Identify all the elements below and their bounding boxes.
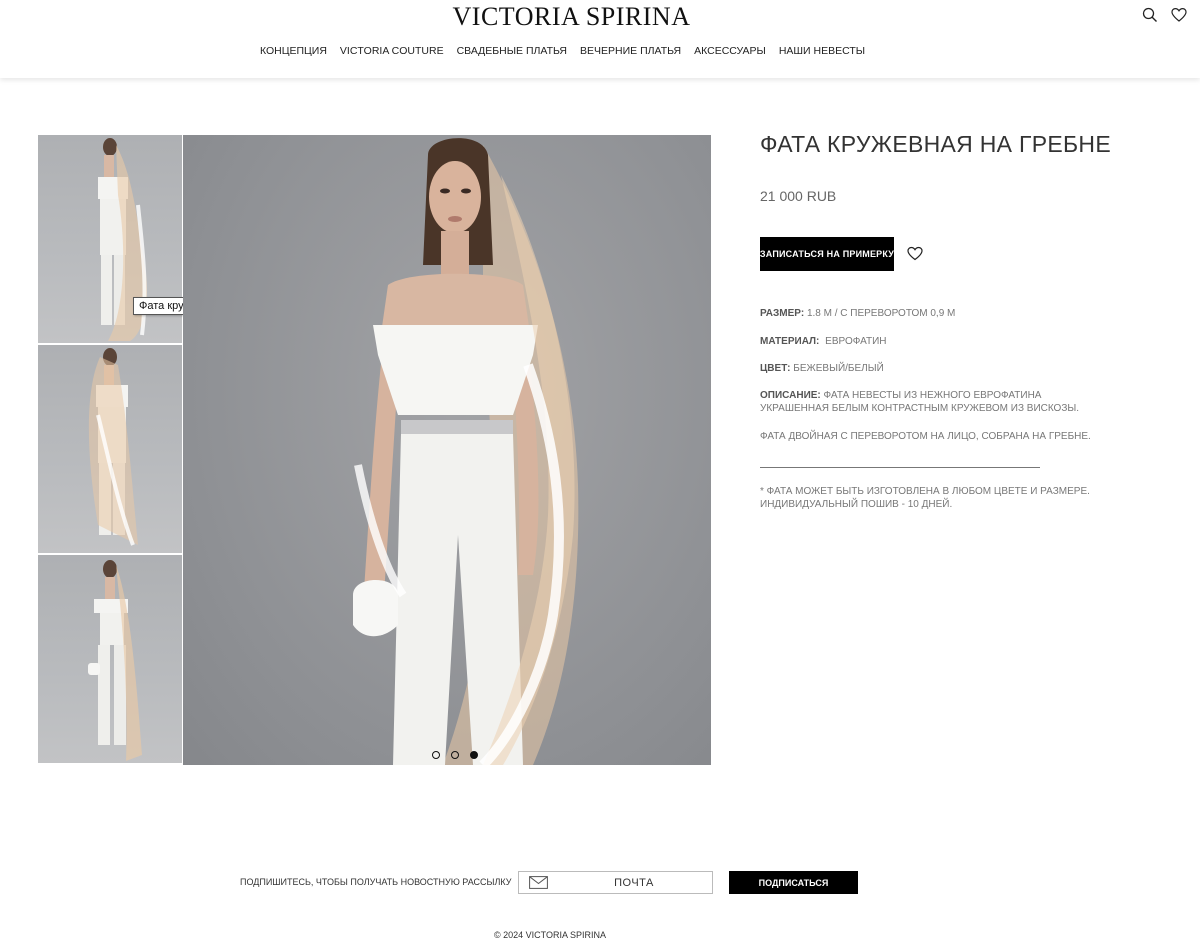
spec-color-label: ЦВЕТ: [760, 363, 791, 374]
slider-dot-1[interactable] [432, 751, 440, 759]
spec-color: ЦВЕТ: БЕЖЕВЫЙ/БЕЛЫЙ [760, 362, 1105, 375]
email-input[interactable] [559, 874, 709, 891]
spec-size-label: РАЗМЕР: [760, 308, 805, 319]
spec-description: ОПИСАНИЕ: ФАТА НЕВЕСТЫ ИЗ НЕЖНОГО ЕВРОФА… [760, 389, 1105, 415]
spec-material: МАТЕРИАЛ: ЕВРОФАТИН [760, 335, 1105, 348]
spec-description-extra: ФАТА ДВОЙНАЯ С ПЕРЕВОРОТОМ НА ЛИЦО, СОБР… [760, 431, 1091, 442]
info-divider [760, 467, 1040, 468]
heart-icon[interactable] [1171, 7, 1187, 23]
subscribe-text: ПОДПИШИТЕСЬ, ЧТОБЫ ПОЛУЧАТЬ НОВОСТНУЮ РА… [240, 877, 512, 887]
thumbnail-3[interactable] [38, 555, 182, 763]
nav-item-evening-dresses[interactable]: ВЕЧЕРНИЕ ПЛАТЬЯ [580, 45, 681, 57]
nav-item-wedding-dresses[interactable]: СВАДЕБНЫЕ ПЛАТЬЯ [457, 45, 567, 57]
main-nav: КОНЦЕПЦИЯ VICTORIA COUTURE СВАДЕБНЫЕ ПЛА… [0, 45, 1125, 57]
add-to-favorites-icon[interactable] [907, 246, 923, 261]
slider-dots [432, 751, 478, 759]
main-product-photo[interactable] [183, 135, 711, 765]
spec-material-label: МАТЕРИАЛ: [760, 336, 820, 347]
subscribe-button[interactable]: ПОДПИСАТЬСЯ [729, 871, 858, 894]
thumbnail-2[interactable] [38, 345, 182, 553]
nav-item-couture[interactable]: VICTORIA COUTURE [340, 45, 444, 57]
slider-dot-3[interactable] [470, 751, 478, 759]
spec-material-value: ЕВРОФАТИН [825, 336, 887, 347]
nav-item-accessories[interactable]: АКСЕССУАРЫ [694, 45, 766, 57]
site-logo[interactable]: VICTORIA SPIRINA [0, 2, 1143, 32]
search-icon[interactable] [1142, 7, 1158, 23]
book-fitting-button[interactable]: ЗАПИСАТЬСЯ НА ПРИМЕРКУ [760, 237, 894, 271]
nav-item-concept[interactable]: КОНЦЕПЦИЯ [260, 45, 327, 57]
copyright: © 2024 VICTORIA SPIRINA [493, 930, 606, 940]
slider-dot-2[interactable] [451, 751, 459, 759]
spec-description-label: ОПИСАНИЕ: [760, 390, 821, 401]
nav-item-our-brides[interactable]: НАШИ НЕВЕСТЫ [779, 45, 865, 57]
product-title: ФАТА КРУЖЕВНАЯ НА ГРЕБНЕ [760, 131, 1111, 157]
mail-icon [529, 876, 548, 889]
spec-size: РАЗМЕР: 1.8 М / С ПЕРЕВОРОТОМ 0,9 М [760, 307, 1105, 320]
product-note: * ФАТА МОЖЕТ БЫТЬ ИЗГОТОВЛЕНА В ЛЮБОМ ЦВ… [760, 486, 1090, 510]
spec-size-value: 1.8 М / С ПЕРЕВОРОТОМ 0,9 М [806, 308, 956, 319]
email-field[interactable] [518, 871, 713, 894]
product-price: 21 000 RUB [760, 188, 837, 204]
site-header: VICTORIA SPIRINA КОНЦЕПЦИЯ VICTORIA COUT… [0, 0, 1200, 78]
spec-color-value: БЕЖЕВЫЙ/БЕЛЫЙ [793, 363, 884, 374]
thumbnail-strip [38, 135, 182, 765]
